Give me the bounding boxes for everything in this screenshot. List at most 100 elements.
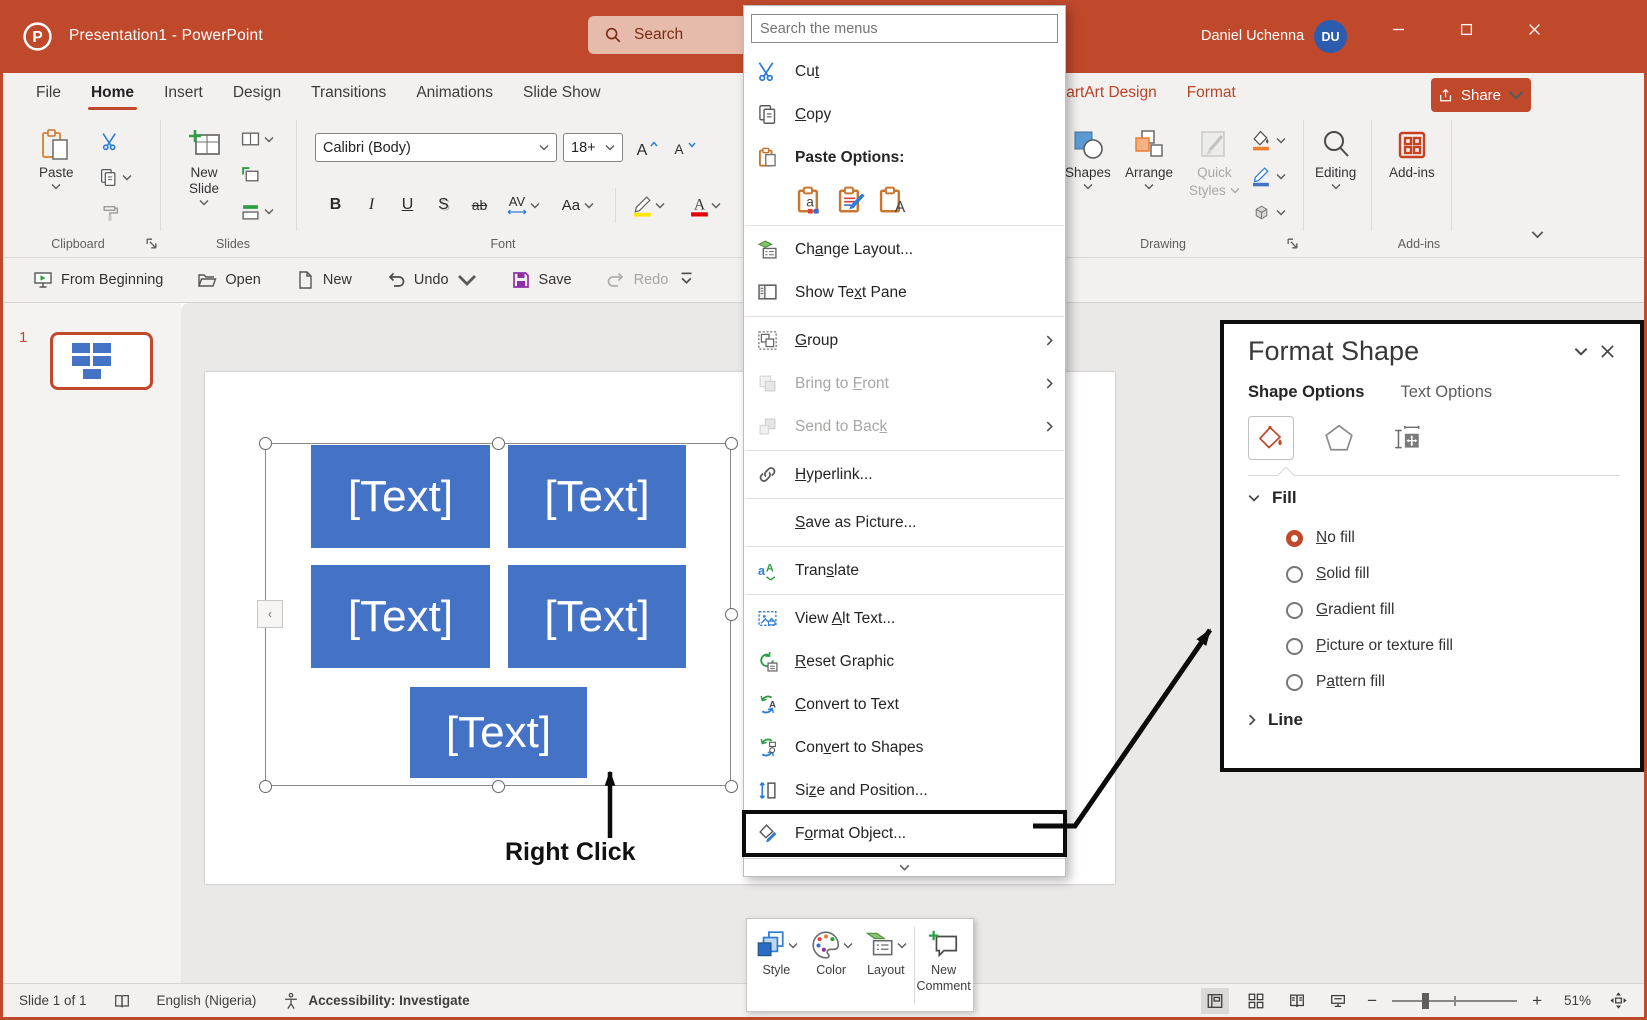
share-button[interactable]: Share <box>1431 78 1531 112</box>
tab-transitions[interactable]: Transitions <box>296 73 401 112</box>
tab-text-options[interactable]: Text Options <box>1400 383 1492 402</box>
smartart-text-box-5[interactable]: [Text] <box>410 687 587 778</box>
mini-layout-button[interactable]: Layout <box>859 925 914 1007</box>
paste-keep-text-only-button[interactable]: A <box>877 186 907 216</box>
editing-button[interactable]: Editing <box>1315 128 1356 190</box>
menu-item-hyperlink[interactable]: Hyperlink... <box>744 453 1065 496</box>
shape-fill-button[interactable] <box>1251 130 1286 151</box>
font-color-button[interactable]: A <box>681 190 727 220</box>
font-size-combo[interactable]: 18+ <box>563 133 623 162</box>
line-section-header[interactable]: Line <box>1248 710 1620 730</box>
new-slide-button[interactable]: New Slide <box>175 128 233 206</box>
smartart-text-box-3[interactable]: [Text] <box>311 565 490 668</box>
fill-option-no-fill[interactable]: No fill <box>1286 520 1620 556</box>
radio-unselected[interactable] <box>1286 566 1303 583</box>
new-button[interactable]: New <box>295 270 352 290</box>
cut-button[interactable] <box>101 132 120 151</box>
panel-close-button[interactable] <box>1594 339 1620 365</box>
menu-item-convert-to-text[interactable]: AConvert to Text <box>744 683 1065 726</box>
undo-button[interactable]: Undo <box>386 270 477 290</box>
tab-format[interactable]: Format <box>1172 73 1251 112</box>
bold-button[interactable]: B <box>319 190 352 220</box>
clipboard-dialog-launcher[interactable] <box>145 237 158 250</box>
menu-search-input[interactable] <box>751 14 1058 43</box>
paste-keep-source-formatting-button[interactable] <box>836 186 866 216</box>
menu-item-save-as-picture[interactable]: Save as Picture... <box>744 501 1065 544</box>
tab-shape-options[interactable]: Shape Options <box>1248 383 1364 402</box>
menu-item-size-and-position[interactable]: Size and Position... <box>744 769 1065 812</box>
shape-outline-button[interactable] <box>1251 166 1286 187</box>
open-button[interactable]: Open <box>197 270 260 290</box>
fill-option-solid-fill[interactable]: Solid fill <box>1286 556 1620 592</box>
smartart-text-box-2[interactable]: [Text] <box>508 445 686 548</box>
menu-scroll-down-button[interactable] <box>744 858 1065 876</box>
underline-button[interactable]: U <box>391 190 424 220</box>
mini-color-button[interactable]: Color <box>804 925 859 1007</box>
save-button[interactable]: Save <box>511 270 572 290</box>
tab-design[interactable]: Design <box>218 73 296 112</box>
minimize-button[interactable] <box>1375 0 1422 58</box>
add-ins-button[interactable]: Add-ins <box>1389 128 1435 180</box>
tab-insert[interactable]: Insert <box>149 73 218 112</box>
text-shadow-button[interactable]: S <box>427 190 460 220</box>
zoom-out-button[interactable]: − <box>1365 991 1379 1011</box>
selection-handle[interactable] <box>259 780 272 793</box>
user-name[interactable]: Daniel Uchenna <box>1201 28 1304 44</box>
menu-item-convert-to-shapes[interactable]: Convert to Shapes <box>744 726 1065 769</box>
reset-slide-button[interactable] <box>241 166 260 185</box>
tab-file[interactable]: File <box>21 73 76 112</box>
tab-home[interactable]: Home <box>76 73 149 112</box>
paste-use-destination-theme-button[interactable]: a <box>795 186 825 216</box>
fill-option-pattern-fill[interactable]: Pattern fill <box>1286 664 1620 700</box>
menu-item-view-alt-text[interactable]: View Alt Text... <box>744 597 1065 640</box>
zoom-thumb[interactable] <box>1422 993 1429 1009</box>
effects-icon[interactable] <box>1316 416 1362 460</box>
shapes-button[interactable]: Shapes <box>1065 128 1111 190</box>
mini-new-comment-button[interactable]: New Comment <box>916 925 971 1007</box>
smartart-text-box-1[interactable]: [Text] <box>311 445 490 548</box>
section-button[interactable] <box>241 202 274 221</box>
increase-font-size-button[interactable]: A <box>633 136 663 162</box>
paste-button[interactable]: Paste <box>39 128 74 190</box>
zoom-level[interactable]: 51% <box>1557 993 1591 1008</box>
drawing-dialog-launcher[interactable] <box>1286 237 1299 250</box>
text-pane-toggle-button[interactable]: ‹ <box>257 600 283 628</box>
menu-item-paste-options[interactable]: Paste Options: <box>744 136 1065 179</box>
selection-handle[interactable] <box>725 437 738 450</box>
highlight-color-button[interactable] <box>625 190 671 220</box>
selection-handle[interactable] <box>492 780 505 793</box>
slideshow-button[interactable] <box>1324 988 1352 1014</box>
maximize-button[interactable] <box>1443 0 1490 58</box>
fill-section-header[interactable]: Fill <box>1248 488 1620 508</box>
menu-item-change-layout[interactable]: Change Layout... <box>744 228 1065 271</box>
menu-item-show-text-pane[interactable]: Show Text Pane <box>744 271 1065 314</box>
italic-button[interactable]: I <box>355 190 388 220</box>
menu-item-format-object[interactable]: Format Object... <box>744 812 1065 855</box>
tab-slide-show[interactable]: Slide Show <box>508 73 616 112</box>
reading-view-button[interactable] <box>1283 988 1311 1014</box>
character-spacing-button[interactable]: AV <box>500 190 544 220</box>
zoom-slider[interactable] <box>1392 992 1517 1010</box>
toolbar-overflow-button[interactable] <box>679 270 694 288</box>
language-indicator[interactable]: English (Nigeria) <box>157 993 257 1008</box>
search-button[interactable]: Search <box>588 16 760 54</box>
shape-effects-button[interactable] <box>1251 202 1286 223</box>
menu-item-cut[interactable]: Cut <box>744 50 1065 93</box>
radio-unselected[interactable] <box>1286 638 1303 655</box>
radio-unselected[interactable] <box>1286 674 1303 691</box>
fill-option-gradient-fill[interactable]: Gradient fill <box>1286 592 1620 628</box>
decrease-font-size-button[interactable]: A <box>671 136 701 162</box>
zoom-in-button[interactable]: + <box>1530 991 1544 1011</box>
smartart-text-box-4[interactable]: [Text] <box>508 565 686 668</box>
normal-view-button[interactable] <box>1201 988 1229 1014</box>
mini-style-button[interactable]: Style <box>749 925 804 1007</box>
selection-handle[interactable] <box>725 608 738 621</box>
avatar[interactable]: DU <box>1314 20 1347 53</box>
slide-thumbnail[interactable] <box>50 332 153 390</box>
radio-selected[interactable] <box>1286 530 1303 547</box>
radio-unselected[interactable] <box>1286 602 1303 619</box>
collapse-ribbon-button[interactable] <box>1531 230 1544 239</box>
panel-collapse-button[interactable] <box>1568 339 1594 365</box>
arrange-button[interactable]: Arrange <box>1125 128 1173 190</box>
selection-handle[interactable] <box>492 437 505 450</box>
